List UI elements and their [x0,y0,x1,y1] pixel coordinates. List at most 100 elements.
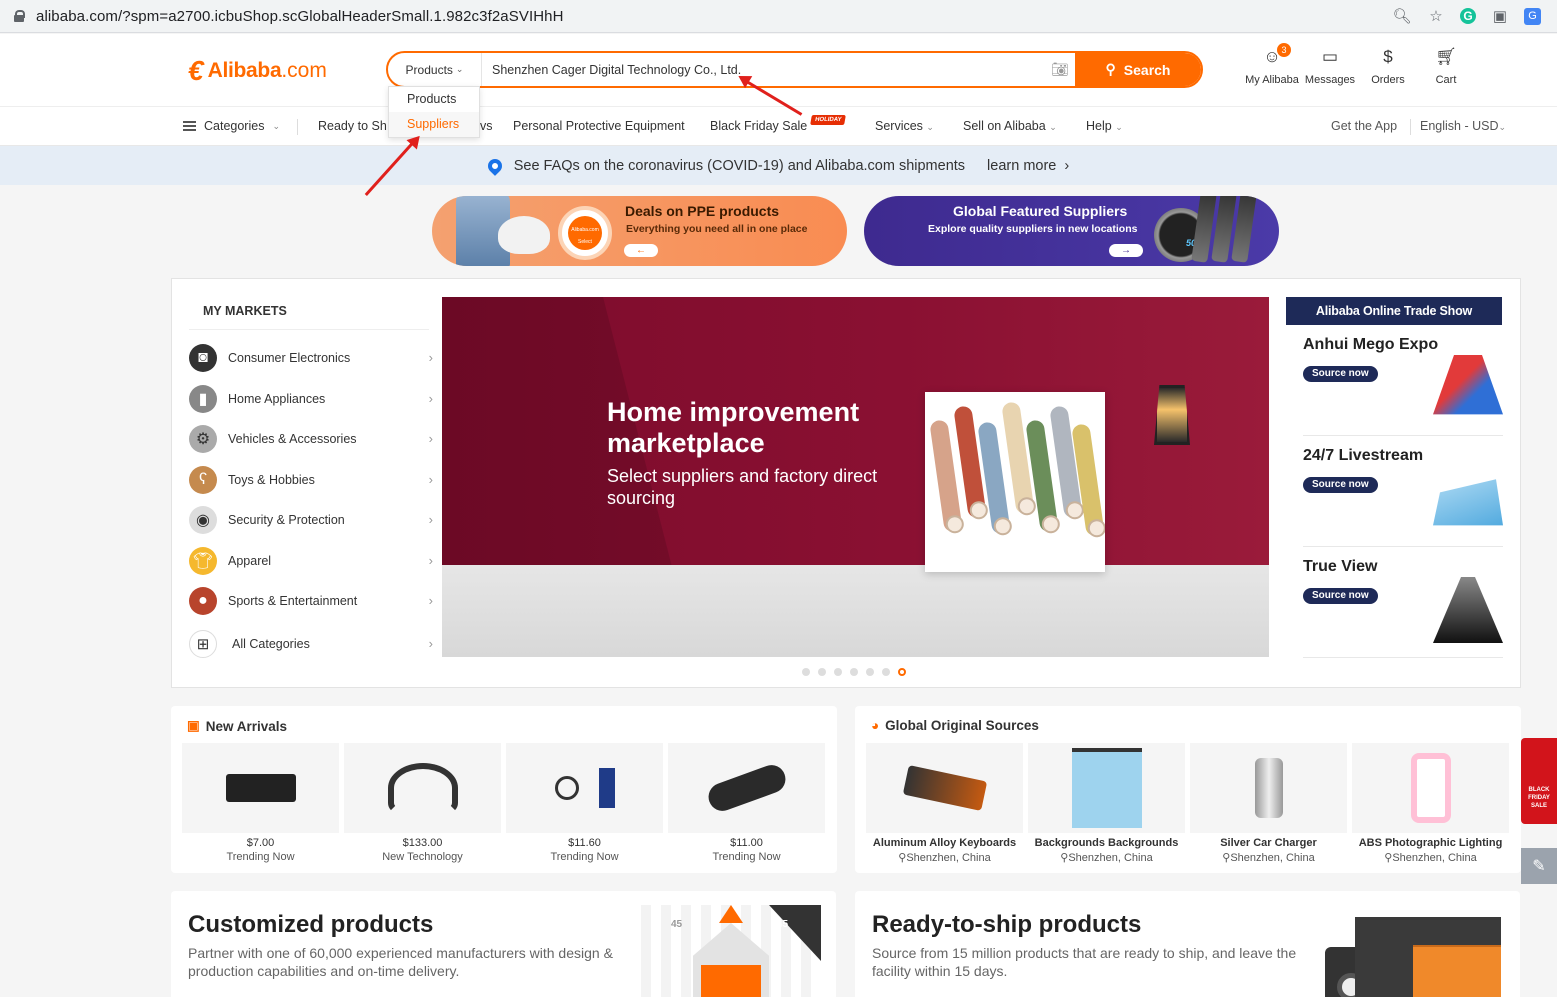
orders-label: Orders [1371,74,1405,86]
trade-show-item[interactable]: 24/7 Livestream Source now [1303,436,1503,547]
browser-address-bar[interactable]: alibaba.com/?spm=a2700.icbuShop.scGlobal… [0,0,1557,33]
product-tile[interactable] [506,743,663,833]
product-tile[interactable] [1190,743,1347,833]
carousel-dot[interactable] [850,668,858,676]
trade-show-item[interactable]: True View Source now [1303,547,1503,658]
main-panel: MY MARKETS ◙ Consumer Electronics › ▮ Home … [171,278,1521,688]
select-badge-brand: Alibaba.com [571,227,599,233]
zoom-icon[interactable]: 🔍︎ [1392,6,1412,26]
market-home-appliances[interactable]: ▮ Home Appliances › [189,383,433,415]
cart-button[interactable]: 🛒︎ Cart [1417,46,1475,86]
customized-products-card[interactable]: Customized products Partner with one of … [171,891,836,997]
product-location: ⚲Shenzhen, China [1190,851,1347,864]
categories-menu[interactable]: Categories ⌄ [183,119,280,133]
backdrop-icon [1071,748,1142,828]
global-sources-title[interactable]: ◕ Global Original Sources [871,718,1039,733]
carousel-dot[interactable] [818,668,826,676]
grammarly-extension-icon[interactable]: G [1460,8,1476,24]
my-alibaba-button[interactable]: ☺ 3 My Alibaba [1243,43,1301,86]
pencil-graphic: 45 45 [641,905,821,997]
new-arrivals-card: ▣ New Arrivals $7.00 Trending Now $133.00… [171,706,837,873]
pencil-tip [719,905,743,923]
market-consumer-electronics[interactable]: ◙ Consumer Electronics › [189,342,433,374]
carousel-dot[interactable] [882,668,890,676]
product-tile[interactable] [1352,743,1509,833]
categories-label: Categories [204,119,265,133]
chevron-right-icon: › [428,350,433,365]
nav-item-black-friday[interactable]: Black Friday Sale [710,119,807,133]
learn-more-link[interactable]: learn more › [987,158,1069,174]
hero-carousel[interactable]: Home improvement marketplace Select supp… [442,297,1269,657]
browser-toolbar: 🔍︎ ☆ G ▣ G [1392,6,1541,26]
product-tile[interactable] [344,743,501,833]
carousel-dot[interactable] [802,668,810,676]
product-tile[interactable] [182,743,339,833]
new-arrivals-title[interactable]: ▣ New Arrivals [187,718,287,734]
language-currency-select[interactable]: English - USD⌄ [1420,119,1506,133]
carousel-dot[interactable] [834,668,842,676]
search-button-label: Search [1123,61,1171,78]
market-label: Consumer Electronics [228,351,351,365]
get-app-link[interactable]: Get the App [1331,119,1397,133]
nav-item-partial[interactable]: vs [480,119,493,133]
market-label: Vehicles & Accessories [228,432,357,446]
ready-to-ship-card[interactable]: Ready-to-ship products Source from 15 mi… [855,891,1520,997]
pencil-band [701,965,761,997]
nav-item-ppe[interactable]: Personal Protective Equipment [513,119,685,133]
camera-icon[interactable]: 📷︎ [1045,53,1075,86]
marble-floor [442,565,1269,657]
search-type-select[interactable]: Products ⌄ [388,53,482,86]
product-price: $7.00 [246,837,275,849]
search-input[interactable] [482,53,1045,86]
promo-ppe-deals[interactable]: Alibaba.com Select Deals on PPE products… [432,196,847,266]
dropdown-option-products[interactable]: Products [389,87,479,112]
carousel-dot-active[interactable] [898,668,906,676]
grid-icon: ⊞ [189,630,217,658]
trade-show-item[interactable]: Anhui Mego Expo Source now [1303,325,1503,436]
translate-extension-icon[interactable]: G [1524,7,1541,25]
url-text[interactable]: alibaba.com/?spm=a2700.icbuShop.scGlobal… [36,8,564,25]
nav-item-sell[interactable]: Sell on Alibaba ⌄ [963,119,1057,133]
promo-featured-suppliers[interactable]: Global Featured Suppliers Explore qualit… [864,196,1279,266]
market-toys-hobbies[interactable]: ʕ Toys & Hobbies › [189,464,433,496]
source-now-button[interactable]: Source now [1303,477,1378,493]
product-tile[interactable] [1028,743,1185,833]
nav-item-ready-to-ship[interactable]: Ready to Sh [318,119,387,133]
carousel-dot[interactable] [866,668,874,676]
product-tile[interactable] [866,743,1023,833]
location-text: Shenzhen, China [906,852,991,864]
wall-lamp-image [1154,385,1190,445]
new-arrivals-label: New Arrivals [205,718,288,734]
market-sports-entertainment[interactable]: ● Sports & Entertainment › [189,585,433,617]
arrow-left-icon[interactable]: ← [624,244,658,257]
extension-icon[interactable]: ▣ [1490,6,1510,26]
trade-show-header[interactable]: Alibaba Online Trade Show [1286,297,1502,325]
chevron-right-icon: › [428,472,433,487]
market-vehicles-accessories[interactable]: ⚙ Vehicles & Accessories › [189,423,433,455]
chevron-right-icon: › [428,391,433,406]
messages-button[interactable]: ▭ Messages [1301,46,1359,86]
truck-graphic [1325,917,1505,997]
search-type-label: Products [405,62,453,77]
carousel-dots [802,668,906,676]
market-apparel[interactable]: 👕︎ Apparel › [189,545,433,577]
source-now-button[interactable]: Source now [1303,588,1378,604]
market-all-categories[interactable]: ⊞ All Categories › [189,628,433,660]
alibaba-logo[interactable]: € Alibaba .com [188,55,327,87]
black-friday-gift-widget[interactable]: BLACK FRIDAY SALE [1521,738,1557,824]
logo-com: .com [281,59,327,82]
arrow-right-icon[interactable]: → [1109,244,1143,257]
star-icon[interactable]: ☆ [1426,6,1446,26]
search-button[interactable]: ⚲ Search [1075,53,1201,86]
nav-item-services[interactable]: Services ⌄ [875,119,934,133]
car-charger-icon [1254,758,1283,818]
dropdown-option-suppliers[interactable]: Suppliers [389,112,479,137]
source-now-button[interactable]: Source now [1303,366,1378,382]
market-security-protection[interactable]: ◉ Security & Protection › [189,504,433,536]
orders-button[interactable]: $ Orders [1359,46,1417,86]
ring-light-icon [554,776,579,800]
feedback-icon[interactable]: ✎ [1521,848,1557,884]
product-tile[interactable] [668,743,825,833]
messages-label: Messages [1304,74,1356,86]
nav-item-help[interactable]: Help ⌄ [1086,119,1123,133]
